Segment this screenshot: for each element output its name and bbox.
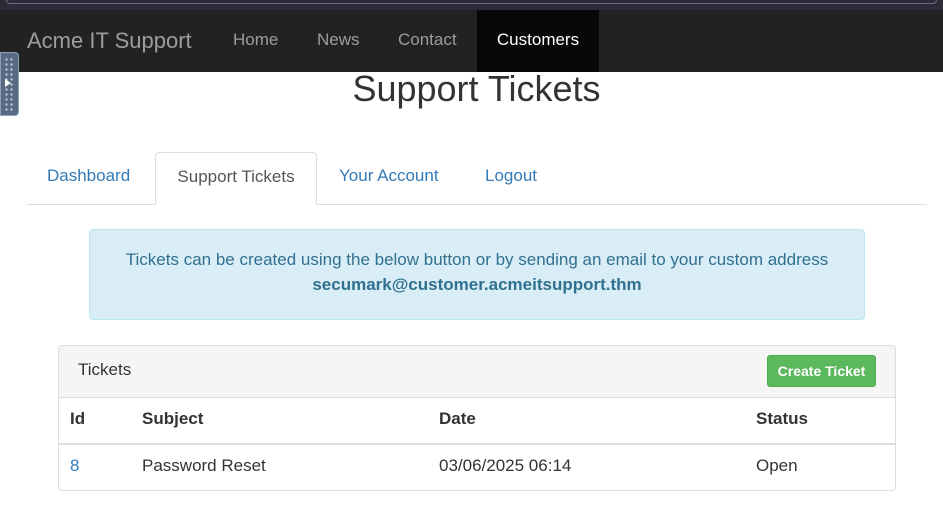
create-ticket-button[interactable]: Create Ticket xyxy=(767,355,876,387)
tab-your-account[interactable]: Your Account xyxy=(339,152,439,205)
column-header-id: Id xyxy=(70,409,86,428)
page-title: Support Tickets xyxy=(352,68,601,109)
tab-logout[interactable]: Logout xyxy=(485,152,537,205)
top-navbar: Acme IT Support Home News Contact Custom… xyxy=(0,10,943,72)
account-tabs: Dashboard Support Tickets Your Account L… xyxy=(27,152,927,205)
ticket-id-link[interactable]: 8 xyxy=(70,456,79,476)
ticket-status: Open xyxy=(756,456,798,475)
browser-top-edge xyxy=(0,0,943,10)
tickets-panel-heading: Tickets Create Ticket xyxy=(59,346,895,398)
brand-link[interactable]: Acme IT Support xyxy=(27,28,192,54)
custom-email-address: secumark@customer.acmeitsupport.thm xyxy=(312,275,642,294)
column-header-date: Date xyxy=(439,409,476,428)
tickets-panel-title: Tickets xyxy=(78,360,132,379)
tickets-panel: Tickets Create Ticket Id Subject Date St… xyxy=(58,345,896,491)
column-header-subject: Subject xyxy=(142,409,204,428)
ticket-subject: Password Reset xyxy=(142,456,266,475)
nav-news[interactable]: News xyxy=(300,10,377,72)
nav-contact[interactable]: Contact xyxy=(381,10,474,72)
nav-home[interactable]: Home xyxy=(216,10,295,72)
column-header-status: Status xyxy=(756,409,808,428)
nav-customers[interactable]: Customers xyxy=(477,10,599,72)
alert-message: Tickets can be created using the below b… xyxy=(125,250,829,269)
info-alert: Tickets can be created using the below b… xyxy=(89,229,865,320)
table-header-divider xyxy=(59,443,895,445)
tab-dashboard[interactable]: Dashboard xyxy=(27,152,150,205)
ticket-date: 03/06/2025 06:14 xyxy=(439,456,572,475)
tab-support-tickets[interactable]: Support Tickets xyxy=(155,152,317,205)
